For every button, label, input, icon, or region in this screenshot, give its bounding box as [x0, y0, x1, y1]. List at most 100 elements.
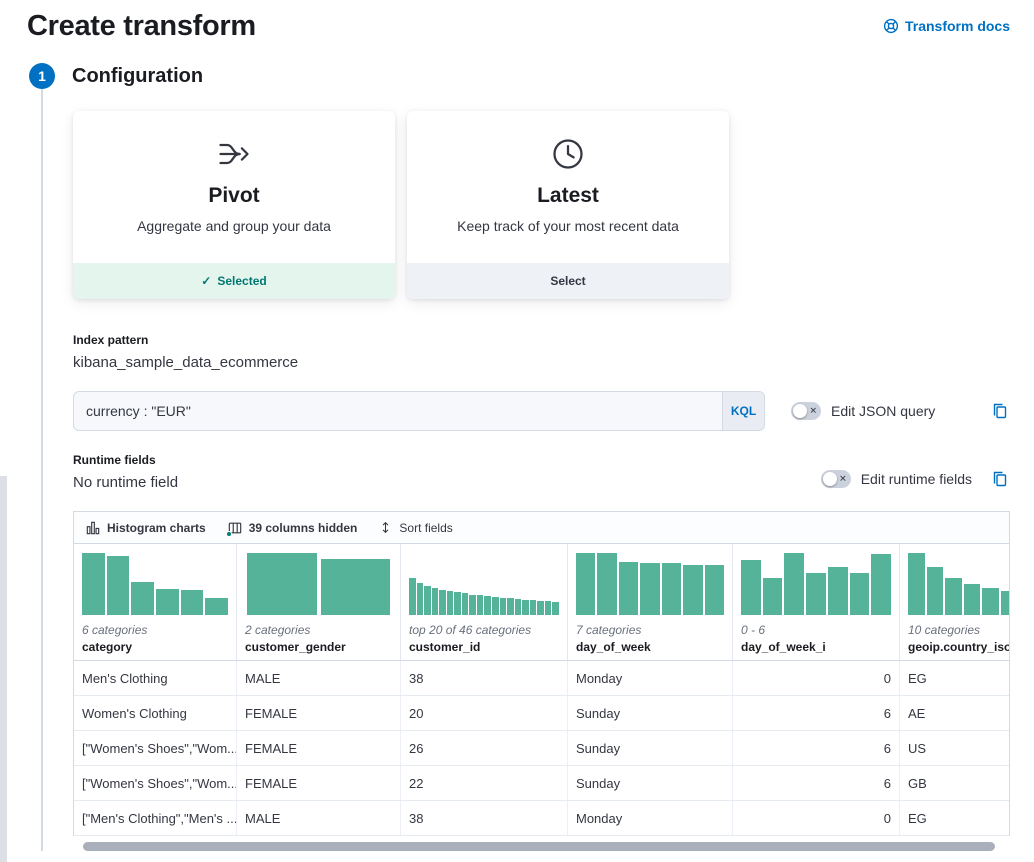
column-header-customer_id[interactable]: top 20 of 46 categoriescustomer_id [401, 544, 568, 661]
index-pattern-value: kibana_sample_data_ecommerce [73, 354, 1010, 371]
query-input[interactable] [74, 392, 722, 430]
histogram-day_of_week [576, 553, 724, 615]
column-name: customer_gender [245, 640, 392, 654]
cell-customer_gender[interactable]: MALE [237, 801, 401, 835]
column-name: customer_id [409, 640, 559, 654]
histogram-bar [945, 578, 962, 615]
histogram-bar [545, 601, 552, 615]
histogram-charts-label: Histogram charts [107, 521, 206, 535]
cell-customer_id[interactable]: 20 [401, 696, 568, 730]
horizontal-scrollbar-thumb[interactable] [83, 842, 995, 851]
runtime-fields-value: No runtime field [73, 474, 323, 491]
edit-runtime-fields-label: Edit runtime fields [861, 471, 972, 487]
histogram-bar [530, 600, 537, 615]
histogram-bar [871, 554, 891, 615]
column-header-category[interactable]: 6 categoriescategory [74, 544, 237, 661]
copy-icon [992, 403, 1008, 419]
column-header-customer_gender[interactable]: 2 categoriescustomer_gender [237, 544, 401, 661]
cell-customer_gender[interactable]: MALE [237, 661, 401, 695]
histogram-charts-button[interactable]: Histogram charts [86, 521, 206, 535]
column-header-day_of_week_i[interactable]: 0 - 6day_of_week_i [733, 544, 900, 661]
histogram-bar [850, 573, 870, 615]
cell-day_of_week_i[interactable]: 6 [733, 766, 900, 800]
histogram-bar [417, 583, 424, 615]
histogram-bar [469, 595, 476, 615]
cell-geoip.country_iso_code[interactable]: US [900, 731, 1010, 765]
histogram-bar [705, 565, 724, 615]
cell-geoip.country_iso_code[interactable]: GB [900, 766, 1010, 800]
histogram-bar [537, 601, 544, 615]
histogram-bar [1001, 591, 1011, 615]
cell-category[interactable]: ["Women's Shoes","Wom... [74, 731, 237, 765]
columns-hidden-label: 39 columns hidden [249, 521, 358, 535]
cell-customer_id[interactable]: 38 [401, 801, 568, 835]
cell-day_of_week[interactable]: Sunday [568, 731, 733, 765]
cell-geoip.country_iso_code[interactable]: EG [900, 801, 1010, 835]
histogram-bar [131, 582, 154, 615]
page-header: Create transform Transform docs [27, 10, 1010, 43]
histogram-bar [205, 598, 228, 615]
histogram-bar [828, 567, 848, 615]
cell-customer_gender[interactable]: FEMALE [237, 766, 401, 800]
horizontal-scrollbar [73, 842, 1010, 851]
latest-select-footer[interactable]: Select [407, 263, 729, 299]
histogram-bar [597, 553, 616, 615]
copy-runtime-fields-button[interactable] [990, 469, 1010, 489]
column-header-day_of_week[interactable]: 7 categoriesday_of_week [568, 544, 733, 661]
left-edge-scrollbar[interactable] [0, 476, 7, 862]
grid-body: Men's ClothingMALE38Monday0EGWomen's Clo… [74, 661, 1009, 836]
copy-json-query-button[interactable] [990, 401, 1010, 421]
edit-runtime-fields-toggle[interactable]: ✕ [821, 470, 851, 488]
cell-customer_id[interactable]: 22 [401, 766, 568, 800]
create-transform-page: Create transform Transform docs 1 Config… [0, 0, 1034, 862]
columns-hidden-button[interactable]: 39 columns hidden [228, 521, 358, 535]
data-grid: Histogram charts 39 columns hidden [73, 511, 1010, 836]
cell-customer_id[interactable]: 38 [401, 661, 568, 695]
cell-day_of_week[interactable]: Sunday [568, 766, 733, 800]
latest-footer-label: Select [550, 274, 585, 288]
edit-json-query-toggle[interactable]: ✕ [791, 402, 821, 420]
cell-day_of_week[interactable]: Monday [568, 661, 733, 695]
cell-customer_gender[interactable]: FEMALE [237, 696, 401, 730]
query-bar: KQL [73, 391, 765, 431]
cell-category[interactable]: ["Men's Clothing","Men's ... [74, 801, 237, 835]
cell-geoip.country_iso_code[interactable]: EG [900, 661, 1010, 695]
cell-geoip.country_iso_code[interactable]: AE [900, 696, 1010, 730]
cell-day_of_week_i[interactable]: 6 [733, 696, 900, 730]
page-title: Create transform [27, 10, 256, 43]
column-header-geoip.country_iso_code[interactable]: 10 categoriesgeoip.country_iso_code [900, 544, 1010, 661]
histogram-bar [806, 573, 826, 615]
cell-day_of_week_i[interactable]: 0 [733, 801, 900, 835]
bar-chart-icon [86, 521, 100, 535]
latest-card-body: Latest Keep track of your most recent da… [407, 111, 729, 263]
cell-customer_gender[interactable]: FEMALE [237, 731, 401, 765]
cell-day_of_week[interactable]: Sunday [568, 696, 733, 730]
histogram-bar [619, 562, 638, 615]
transform-docs-link[interactable]: Transform docs [883, 18, 1010, 34]
columns-badge-dot [226, 531, 232, 537]
histogram-bar [447, 591, 454, 615]
cell-category[interactable]: ["Women's Shoes","Wom... [74, 766, 237, 800]
column-name: day_of_week_i [741, 640, 891, 654]
step-number-badge: 1 [29, 63, 55, 89]
query-row: KQL ✕ Edit JSON query [73, 391, 1010, 431]
cell-day_of_week[interactable]: Monday [568, 801, 733, 835]
latest-card[interactable]: Latest Keep track of your most recent da… [407, 111, 729, 299]
sort-icon [379, 521, 392, 534]
toggle-knob [823, 472, 837, 486]
pivot-card[interactable]: Pivot Aggregate and group your data ✓Sel… [73, 111, 395, 299]
kql-language-button[interactable]: KQL [722, 392, 764, 430]
histogram-bar [424, 586, 431, 615]
pivot-selected-footer[interactable]: ✓Selected [73, 263, 395, 299]
cell-day_of_week_i[interactable]: 6 [733, 731, 900, 765]
cell-customer_id[interactable]: 26 [401, 731, 568, 765]
histogram-bar [156, 589, 179, 615]
cell-day_of_week_i[interactable]: 0 [733, 661, 900, 695]
cell-category[interactable]: Women's Clothing [74, 696, 237, 730]
cell-category[interactable]: Men's Clothing [74, 661, 237, 695]
sort-fields-button[interactable]: Sort fields [379, 521, 452, 535]
pivot-icon [216, 136, 252, 172]
histogram-bar [247, 553, 317, 615]
runtime-fields-label: Runtime fields [73, 453, 323, 467]
column-name: category [82, 640, 228, 654]
